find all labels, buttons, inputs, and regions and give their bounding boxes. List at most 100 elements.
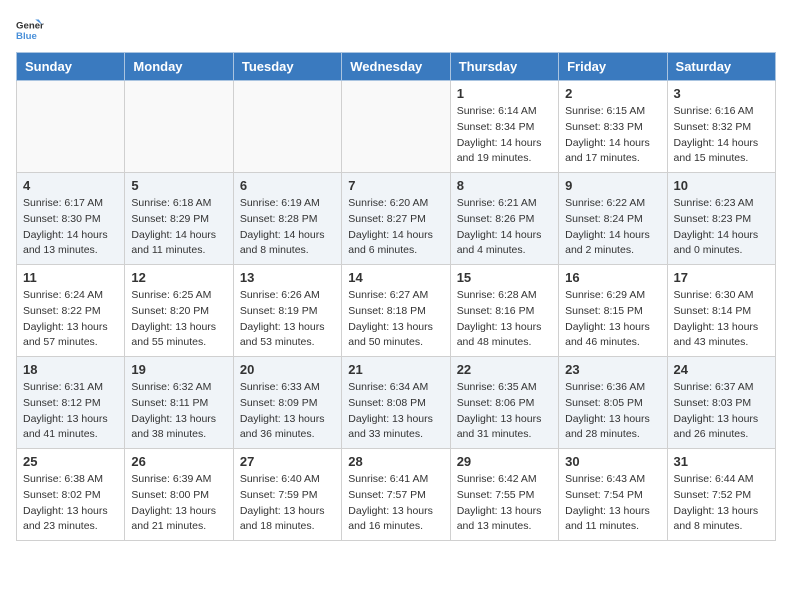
day-number: 4 [23,178,118,193]
calendar-cell: 8 Sunrise: 6:21 AMSunset: 8:26 PMDaylight… [450,173,558,265]
calendar-cell: 16 Sunrise: 6:29 AMSunset: 8:15 PMDayligh… [559,265,667,357]
calendar-cell: 9Sunrise: 6:22 AMSunset: 8:24 PMDaylight… [559,173,667,265]
day-number: 15 [457,270,552,285]
weekday-header-monday: Monday [125,53,233,81]
calendar-cell: 14Sunrise: 6:27 AMSunset: 8:18 PMDayligh… [342,265,450,357]
weekday-header-saturday: Saturday [667,53,775,81]
calendar-cell: 21 Sunrise: 6:34 AMSunset: 8:08 PMDayligh… [342,357,450,449]
day-number: 25 [23,454,118,469]
day-number: 10 [674,178,769,193]
calendar-cell: 20 Sunrise: 6:33 AMSunset: 8:09 PMDayligh… [233,357,341,449]
weekday-header-row: SundayMondayTuesdayWednesdayThursdayFrid… [17,53,776,81]
day-info: Sunrise: 6:22 AMSunset: 8:24 PMDaylight:… [565,196,660,259]
calendar-cell: 29Sunrise: 6:42 AMSunset: 7:55 PMDayligh… [450,449,558,541]
day-info: Sunrise: 6:25 AMSunset: 8:20 PMDaylight:… [131,288,226,351]
weekday-header-tuesday: Tuesday [233,53,341,81]
calendar-cell: 3Sunrise: 6:16 AMSunset: 8:32 PMDaylight… [667,81,775,173]
week-row-4: 18 Sunrise: 6:31 AMSunset: 8:12 PMDayligh… [17,357,776,449]
day-info: Sunrise: 6:40 AMSunset: 7:59 PMDaylight:… [240,472,335,535]
day-info: Sunrise: 6:42 AMSunset: 7:55 PMDaylight:… [457,472,552,535]
day-number: 27 [240,454,335,469]
day-number: 26 [131,454,226,469]
day-number: 12 [131,270,226,285]
week-row-2: 4Sunrise: 6:17 AMSunset: 8:30 PMDaylight… [17,173,776,265]
logo-icon: General Blue [16,16,44,44]
logo: General Blue [16,16,44,44]
calendar-cell: 19 Sunrise: 6:32 AMSunset: 8:11 PMDayligh… [125,357,233,449]
calendar-cell: 2 Sunrise: 6:15 AMSunset: 8:33 PMDaylight… [559,81,667,173]
calendar-cell: 4Sunrise: 6:17 AMSunset: 8:30 PMDaylight… [17,173,125,265]
day-info: Sunrise: 6:32 AMSunset: 8:11 PMDaylight:… [131,380,226,443]
svg-text:Blue: Blue [16,31,37,42]
day-info: Sunrise: 6:18 AMSunset: 8:29 PMDaylight:… [131,196,226,259]
day-info: Sunrise: 6:26 AMSunset: 8:19 PMDaylight:… [240,288,335,351]
calendar-cell: 18 Sunrise: 6:31 AMSunset: 8:12 PMDayligh… [17,357,125,449]
day-info: Sunrise: 6:33 AMSunset: 8:09 PMDaylight:… [240,380,335,443]
calendar-cell: 5Sunrise: 6:18 AMSunset: 8:29 PMDaylight… [125,173,233,265]
day-number: 22 [457,362,552,377]
weekday-header-friday: Friday [559,53,667,81]
calendar-cell: 15 Sunrise: 6:28 AMSunset: 8:16 PMDayligh… [450,265,558,357]
calendar-cell: 13 Sunrise: 6:26 AMSunset: 8:19 PMDayligh… [233,265,341,357]
day-info: Sunrise: 6:27 AMSunset: 8:18 PMDaylight:… [348,288,443,351]
day-info: Sunrise: 6:28 AMSunset: 8:16 PMDaylight:… [457,288,552,351]
calendar-cell: 26 Sunrise: 6:39 AMSunset: 8:00 PMDayligh… [125,449,233,541]
day-number: 3 [674,86,769,101]
week-row-3: 11 Sunrise: 6:24 AMSunset: 8:22 PMDayligh… [17,265,776,357]
calendar-cell: 6 Sunrise: 6:19 AMSunset: 8:28 PMDaylight… [233,173,341,265]
calendar-cell [17,81,125,173]
day-info: Sunrise: 6:14 AMSunset: 8:34 PMDaylight:… [457,104,552,167]
weekday-header-thursday: Thursday [450,53,558,81]
calendar: SundayMondayTuesdayWednesdayThursdayFrid… [16,52,776,541]
day-number: 23 [565,362,660,377]
day-number: 8 [457,178,552,193]
day-number: 19 [131,362,226,377]
day-number: 11 [23,270,118,285]
calendar-cell: 24 Sunrise: 6:37 AMSunset: 8:03 PMDayligh… [667,357,775,449]
calendar-cell: 11 Sunrise: 6:24 AMSunset: 8:22 PMDayligh… [17,265,125,357]
day-info: Sunrise: 6:23 AMSunset: 8:23 PMDaylight:… [674,196,769,259]
day-info: Sunrise: 6:37 AMSunset: 8:03 PMDaylight:… [674,380,769,443]
calendar-cell: 25 Sunrise: 6:38 AMSunset: 8:02 PMDayligh… [17,449,125,541]
weekday-header-sunday: Sunday [17,53,125,81]
day-info: Sunrise: 6:24 AMSunset: 8:22 PMDaylight:… [23,288,118,351]
day-info: Sunrise: 6:41 AMSunset: 7:57 PMDaylight:… [348,472,443,535]
day-info: Sunrise: 6:39 AMSunset: 8:00 PMDaylight:… [131,472,226,535]
calendar-cell [233,81,341,173]
day-number: 16 [565,270,660,285]
day-number: 20 [240,362,335,377]
week-row-1: 1Sunrise: 6:14 AMSunset: 8:34 PMDaylight… [17,81,776,173]
calendar-cell [125,81,233,173]
day-info: Sunrise: 6:31 AMSunset: 8:12 PMDaylight:… [23,380,118,443]
calendar-cell: 28Sunrise: 6:41 AMSunset: 7:57 PMDayligh… [342,449,450,541]
day-number: 24 [674,362,769,377]
day-info: Sunrise: 6:34 AMSunset: 8:08 PMDaylight:… [348,380,443,443]
day-number: 6 [240,178,335,193]
day-info: Sunrise: 6:44 AMSunset: 7:52 PMDaylight:… [674,472,769,535]
calendar-cell: 12 Sunrise: 6:25 AMSunset: 8:20 PMDayligh… [125,265,233,357]
day-number: 30 [565,454,660,469]
day-info: Sunrise: 6:30 AMSunset: 8:14 PMDaylight:… [674,288,769,351]
day-info: Sunrise: 6:19 AMSunset: 8:28 PMDaylight:… [240,196,335,259]
day-number: 31 [674,454,769,469]
day-number: 7 [348,178,443,193]
day-info: Sunrise: 6:21 AMSunset: 8:26 PMDaylight:… [457,196,552,259]
weekday-header-wednesday: Wednesday [342,53,450,81]
calendar-cell: 30 Sunrise: 6:43 AMSunset: 7:54 PMDayligh… [559,449,667,541]
day-number: 2 [565,86,660,101]
day-number: 18 [23,362,118,377]
header: General Blue [16,16,776,44]
calendar-cell: 27 Sunrise: 6:40 AMSunset: 7:59 PMDayligh… [233,449,341,541]
day-number: 21 [348,362,443,377]
day-info: Sunrise: 6:15 AMSunset: 8:33 PMDaylight:… [565,104,660,167]
week-row-5: 25 Sunrise: 6:38 AMSunset: 8:02 PMDayligh… [17,449,776,541]
day-info: Sunrise: 6:38 AMSunset: 8:02 PMDaylight:… [23,472,118,535]
calendar-cell [342,81,450,173]
day-number: 13 [240,270,335,285]
calendar-cell: 22 Sunrise: 6:35 AMSunset: 8:06 PMDayligh… [450,357,558,449]
day-info: Sunrise: 6:35 AMSunset: 8:06 PMDaylight:… [457,380,552,443]
calendar-cell: 17Sunrise: 6:30 AMSunset: 8:14 PMDayligh… [667,265,775,357]
calendar-cell: 1Sunrise: 6:14 AMSunset: 8:34 PMDaylight… [450,81,558,173]
day-info: Sunrise: 6:43 AMSunset: 7:54 PMDaylight:… [565,472,660,535]
day-info: Sunrise: 6:29 AMSunset: 8:15 PMDaylight:… [565,288,660,351]
